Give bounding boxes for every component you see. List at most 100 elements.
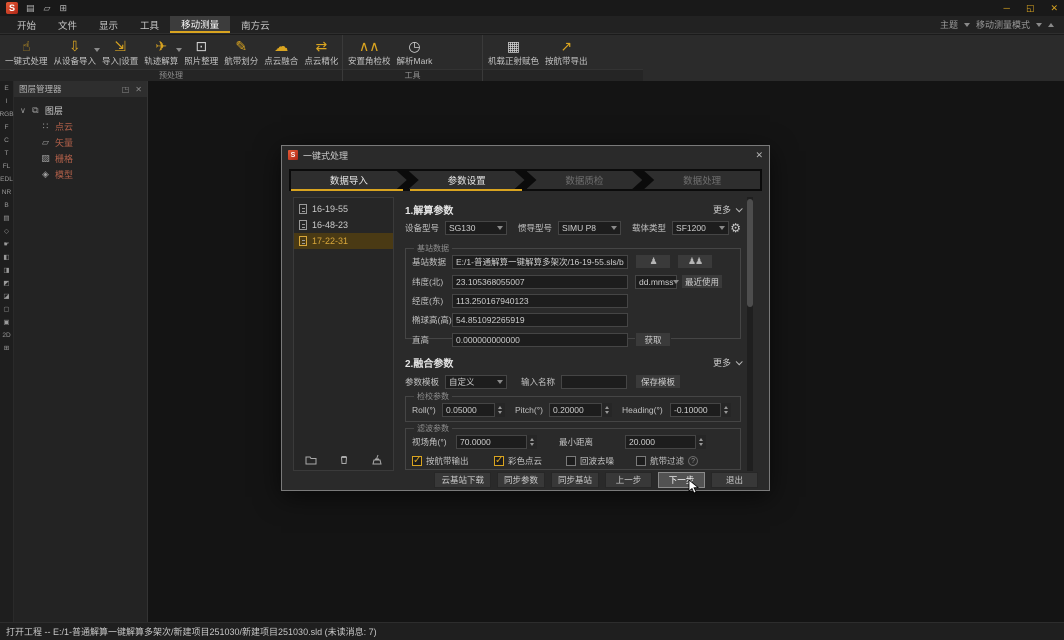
longitude-input[interactable]	[452, 294, 628, 308]
layer-tree-root[interactable]: ∨ ⧉ 图层	[20, 102, 147, 118]
fov-input[interactable]	[456, 435, 526, 449]
side-tool-icon[interactable]: EDL	[0, 176, 13, 183]
latitude-input[interactable]	[452, 275, 628, 289]
view-cube-icon[interactable]: ◪	[3, 293, 9, 300]
open-icon[interactable]: ▱	[44, 3, 51, 14]
prev-step-button[interactable]: 上一步	[605, 472, 652, 488]
ribbon-photo-organize[interactable]: ⊡ 照片整理	[181, 36, 221, 69]
ribbon-one-click-process[interactable]: ☝ 一键式处理	[2, 36, 51, 69]
ribbon-pointcloud-fusion[interactable]: ☁ 点云融合	[261, 36, 301, 69]
menu-start[interactable]: 开始	[6, 16, 47, 33]
checkbox-echo-denoise[interactable]: 回波去噪	[566, 455, 636, 467]
carrier-type-select[interactable]: SF1200	[672, 221, 729, 235]
side-tool-icon[interactable]: B	[4, 202, 8, 209]
template-name-input[interactable]	[561, 375, 627, 389]
save-icon[interactable]: ▤	[26, 3, 35, 14]
device-model-select[interactable]: SG130	[445, 221, 507, 235]
ribbon-parse-mark[interactable]: ◷ 解析Mark	[394, 36, 436, 69]
cloud-base-download-button[interactable]: 云基站下载	[434, 472, 491, 488]
sync-base-button[interactable]: 同步基站	[551, 472, 599, 488]
view-cube-icon[interactable]: ◧	[3, 254, 9, 261]
ribbon-import-settings[interactable]: ⇲ 导入|设置	[99, 36, 141, 69]
side-tool-icon[interactable]: RGB	[0, 111, 14, 118]
side-tool-icon[interactable]: ▤	[3, 215, 9, 222]
menu-south-cloud[interactable]: 南方云	[230, 16, 281, 33]
menu-file[interactable]: 文件	[47, 16, 88, 33]
side-tool-icon[interactable]: FL	[3, 163, 11, 170]
direct-height-input[interactable]	[452, 333, 628, 347]
spinner-icon[interactable]	[695, 435, 706, 449]
view-cube-icon[interactable]: ▢	[3, 306, 9, 313]
pitch-stepper[interactable]	[549, 403, 612, 417]
side-tool-icon[interactable]: F	[5, 124, 9, 131]
dialog-titlebar[interactable]: S 一键式处理 ✕	[282, 146, 769, 164]
ribbon-import-from-device[interactable]: ⇩ 从设备导入	[51, 36, 100, 69]
step-parameter-settings[interactable]: 参数设置	[409, 171, 525, 189]
checkbox-icon[interactable]	[566, 456, 576, 466]
file-list-item[interactable]: 16-48-23	[294, 217, 393, 233]
side-tool-icon[interactable]: T	[5, 150, 9, 157]
pan-tool-icon[interactable]: ☛	[4, 241, 10, 248]
roll-stepper[interactable]	[442, 403, 505, 417]
ellipsoid-height-input[interactable]	[452, 313, 628, 327]
ribbon-pointcloud-refine[interactable]: ⇄ 点云精化	[301, 36, 341, 69]
sync-params-button[interactable]: 同步参数	[497, 472, 545, 488]
spinner-icon[interactable]	[720, 403, 731, 417]
clear-all-icon[interactable]	[371, 454, 383, 466]
ribbon-strip-division[interactable]: ✎ 航带划分	[221, 36, 261, 69]
view-cube-icon[interactable]: ◩	[3, 280, 9, 287]
checkbox-icon[interactable]	[494, 456, 504, 466]
float-panel-icon[interactable]: ◳	[122, 85, 130, 94]
close-button[interactable]: ✕	[1050, 0, 1058, 16]
dialog-close-button[interactable]: ✕	[755, 150, 763, 161]
checkbox-icon[interactable]	[412, 456, 422, 466]
side-tool-icon[interactable]: C	[4, 137, 9, 144]
save-template-button[interactable]: 保存模板	[635, 374, 681, 389]
spinner-icon[interactable]	[601, 403, 612, 417]
base-data-path-input[interactable]	[452, 255, 628, 269]
layer-item-model[interactable]: ◈ 模型	[20, 166, 147, 182]
heading-stepper[interactable]	[670, 403, 731, 417]
single-base-button[interactable]: ♟	[635, 254, 671, 269]
coord-format-select[interactable]: dd.mmss	[635, 275, 677, 289]
heading-input[interactable]	[670, 403, 720, 417]
checkbox-colored-pointcloud[interactable]: 彩色点云	[494, 455, 566, 467]
roll-input[interactable]	[442, 403, 494, 417]
delete-icon[interactable]	[338, 454, 350, 466]
side-tool-icon[interactable]: E	[4, 85, 8, 92]
close-panel-icon[interactable]: ✕	[135, 85, 142, 94]
imu-model-select[interactable]: SIMU P8	[558, 221, 621, 235]
menu-mobile-survey[interactable]: 移动测量	[170, 16, 230, 33]
scrollbar-thumb[interactable]	[747, 199, 753, 307]
gear-icon[interactable]: ⚙	[730, 221, 741, 235]
min-distance-stepper[interactable]	[625, 435, 706, 449]
view-2d-icon[interactable]: 2D	[2, 332, 10, 339]
side-tool-icon[interactable]: ◇	[4, 228, 9, 235]
exit-button[interactable]: 退出	[711, 472, 758, 488]
menu-tools[interactable]: 工具	[129, 16, 170, 33]
file-list-item[interactable]: 16-19-55	[294, 201, 393, 217]
step-data-import[interactable]: 数据导入	[291, 171, 407, 189]
side-tool-icon[interactable]: I	[6, 98, 8, 105]
theme-selector[interactable]: 主题	[940, 18, 958, 31]
menu-display[interactable]: 显示	[88, 16, 129, 33]
ribbon-trajectory-solve[interactable]: ✈ 轨迹解算	[141, 36, 181, 69]
get-height-button[interactable]: 获取	[635, 332, 671, 347]
fuse-more-button[interactable]: 更多	[713, 356, 741, 369]
dialog-scrollbar[interactable]	[747, 197, 753, 471]
layer-item-raster[interactable]: ▨ 栅格	[20, 150, 147, 166]
spinner-icon[interactable]	[526, 435, 537, 449]
recently-used-button[interactable]: 最近使用	[681, 274, 723, 289]
param-template-select[interactable]: 自定义	[445, 375, 507, 389]
spinner-icon[interactable]	[494, 403, 505, 417]
minimize-button[interactable]: ─	[1004, 0, 1010, 16]
solve-more-button[interactable]: 更多	[713, 203, 741, 216]
collapse-ribbon-icon[interactable]	[1048, 23, 1054, 27]
checkbox-strip-filter[interactable]: 航带过滤 ?	[636, 455, 698, 467]
pitch-input[interactable]	[549, 403, 601, 417]
min-distance-input[interactable]	[625, 435, 695, 449]
layer-item-vector[interactable]: ▱ 矢量	[20, 134, 147, 150]
checkbox-output-by-strip[interactable]: 按航带输出	[412, 455, 494, 467]
file-list-item[interactable]: 17-22-31	[294, 233, 393, 249]
ribbon-boresight-calibration[interactable]: ∧∧ 安置角检校	[345, 36, 394, 69]
